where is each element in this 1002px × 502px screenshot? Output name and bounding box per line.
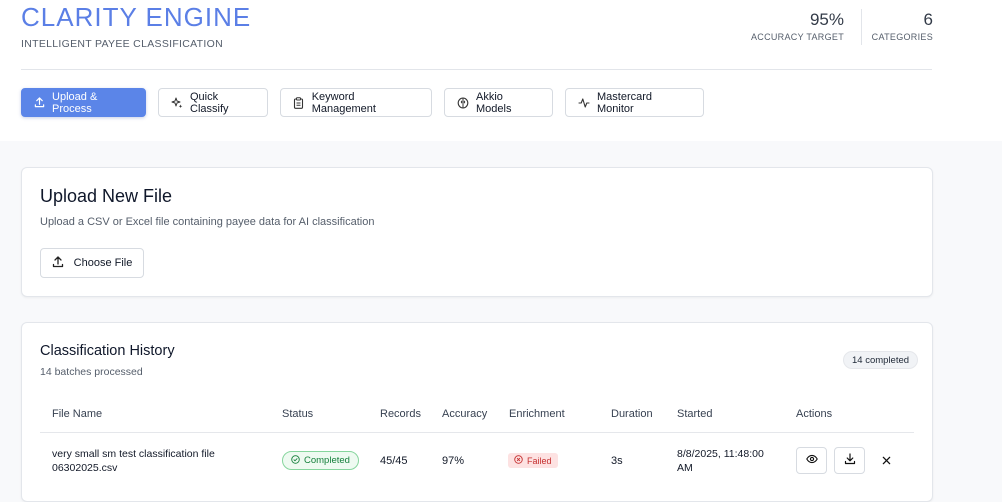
tab-label: Upload & Process [52, 90, 98, 115]
app-header: CLARITY ENGINE INTELLIGENT PAYEE CLASSIF… [0, 0, 1002, 141]
tab-keyword-management[interactable]: Keyword Management [280, 88, 432, 117]
file-name-line: 06302025.csv [52, 462, 118, 474]
tab-label: Akkio Models [476, 90, 512, 115]
tab-mastercard-monitor[interactable]: Mastercard Monitor [565, 88, 704, 117]
sparkles-icon [171, 97, 183, 109]
table-header-divider [40, 432, 914, 433]
tab-upload-process[interactable]: Upload & Process [21, 88, 146, 117]
delete-button[interactable] [878, 447, 894, 474]
upload-icon [34, 97, 45, 109]
tab-akkio-models[interactable]: Akkio Models [444, 88, 553, 117]
upload-card-title: Upload New File [40, 186, 173, 206]
history-title: Classification History [40, 343, 175, 359]
upload-card-description: Upload a CSV or Excel file containing pa… [40, 216, 375, 228]
column-header-started[interactable]: Started [677, 408, 712, 420]
column-header-status[interactable]: Status [282, 408, 313, 420]
column-header-accuracy[interactable]: Accuracy [442, 408, 487, 420]
choose-file-label: Choose File [73, 257, 133, 269]
stat-label: CATEGORIES [871, 32, 933, 42]
check-circle-icon [291, 455, 300, 466]
file-name-line: very small sm test classification file [52, 448, 215, 460]
status-text: Completed [304, 455, 350, 466]
tab-label: Keyword Management [311, 90, 376, 115]
choose-file-button[interactable]: Choose File [40, 248, 144, 278]
view-button[interactable] [796, 447, 827, 474]
column-header-file-name[interactable]: File Name [52, 408, 102, 420]
records-cell: 45/45 [380, 455, 408, 467]
stat-accuracy-target: 95% ACCURACY TARGET [751, 10, 844, 42]
tab-quick-classify[interactable]: Quick Classify [158, 88, 268, 117]
x-circle-icon [514, 455, 523, 466]
download-icon [844, 452, 856, 470]
enrichment-text: Failed [527, 455, 552, 466]
history-subtitle: 14 batches processed [40, 366, 143, 378]
upload-icon [52, 255, 64, 271]
status-badge: Completed [282, 451, 359, 470]
close-icon [882, 453, 891, 468]
eye-icon [805, 452, 818, 470]
stat-value: 95% [809, 10, 844, 29]
activity-icon [578, 97, 590, 109]
started-line: AM [677, 462, 693, 474]
column-header-enrichment[interactable]: Enrichment [509, 408, 565, 420]
download-button[interactable] [834, 447, 865, 474]
file-name-cell: very small sm test classification file 0… [52, 447, 215, 475]
column-header-duration[interactable]: Duration [611, 408, 653, 420]
enrichment-status-badge: Failed [508, 453, 558, 468]
stat-divider [861, 9, 862, 45]
upload-card: Upload New File Upload a CSV or Excel fi… [21, 167, 933, 297]
column-header-records[interactable]: Records [380, 408, 421, 420]
stat-value: 6 [923, 10, 933, 29]
started-line: 8/8/2025, 11:48:00 [677, 448, 764, 460]
header-divider [21, 69, 932, 70]
started-cell: 8/8/2025, 11:48:00 AM [677, 447, 764, 475]
column-header-actions: Actions [796, 408, 833, 420]
clipboard-icon [293, 96, 305, 109]
stat-categories: 6 CATEGORIES [872, 10, 933, 42]
app-title: CLARITY ENGINE [21, 2, 252, 32]
completed-count-badge: 14 completed [843, 351, 919, 369]
brain-icon [457, 96, 469, 109]
tab-label: Mastercard Monitor [597, 90, 653, 115]
accuracy-cell: 97% [442, 455, 465, 467]
stat-label: ACCURACY TARGET [750, 32, 844, 42]
duration-cell: 3s [611, 455, 623, 467]
classification-history-card: Classification History 14 batches proces… [21, 322, 933, 502]
tab-label: Quick Classify [190, 90, 229, 115]
app-subtitle: INTELLIGENT PAYEE CLASSIFICATION [21, 38, 223, 50]
